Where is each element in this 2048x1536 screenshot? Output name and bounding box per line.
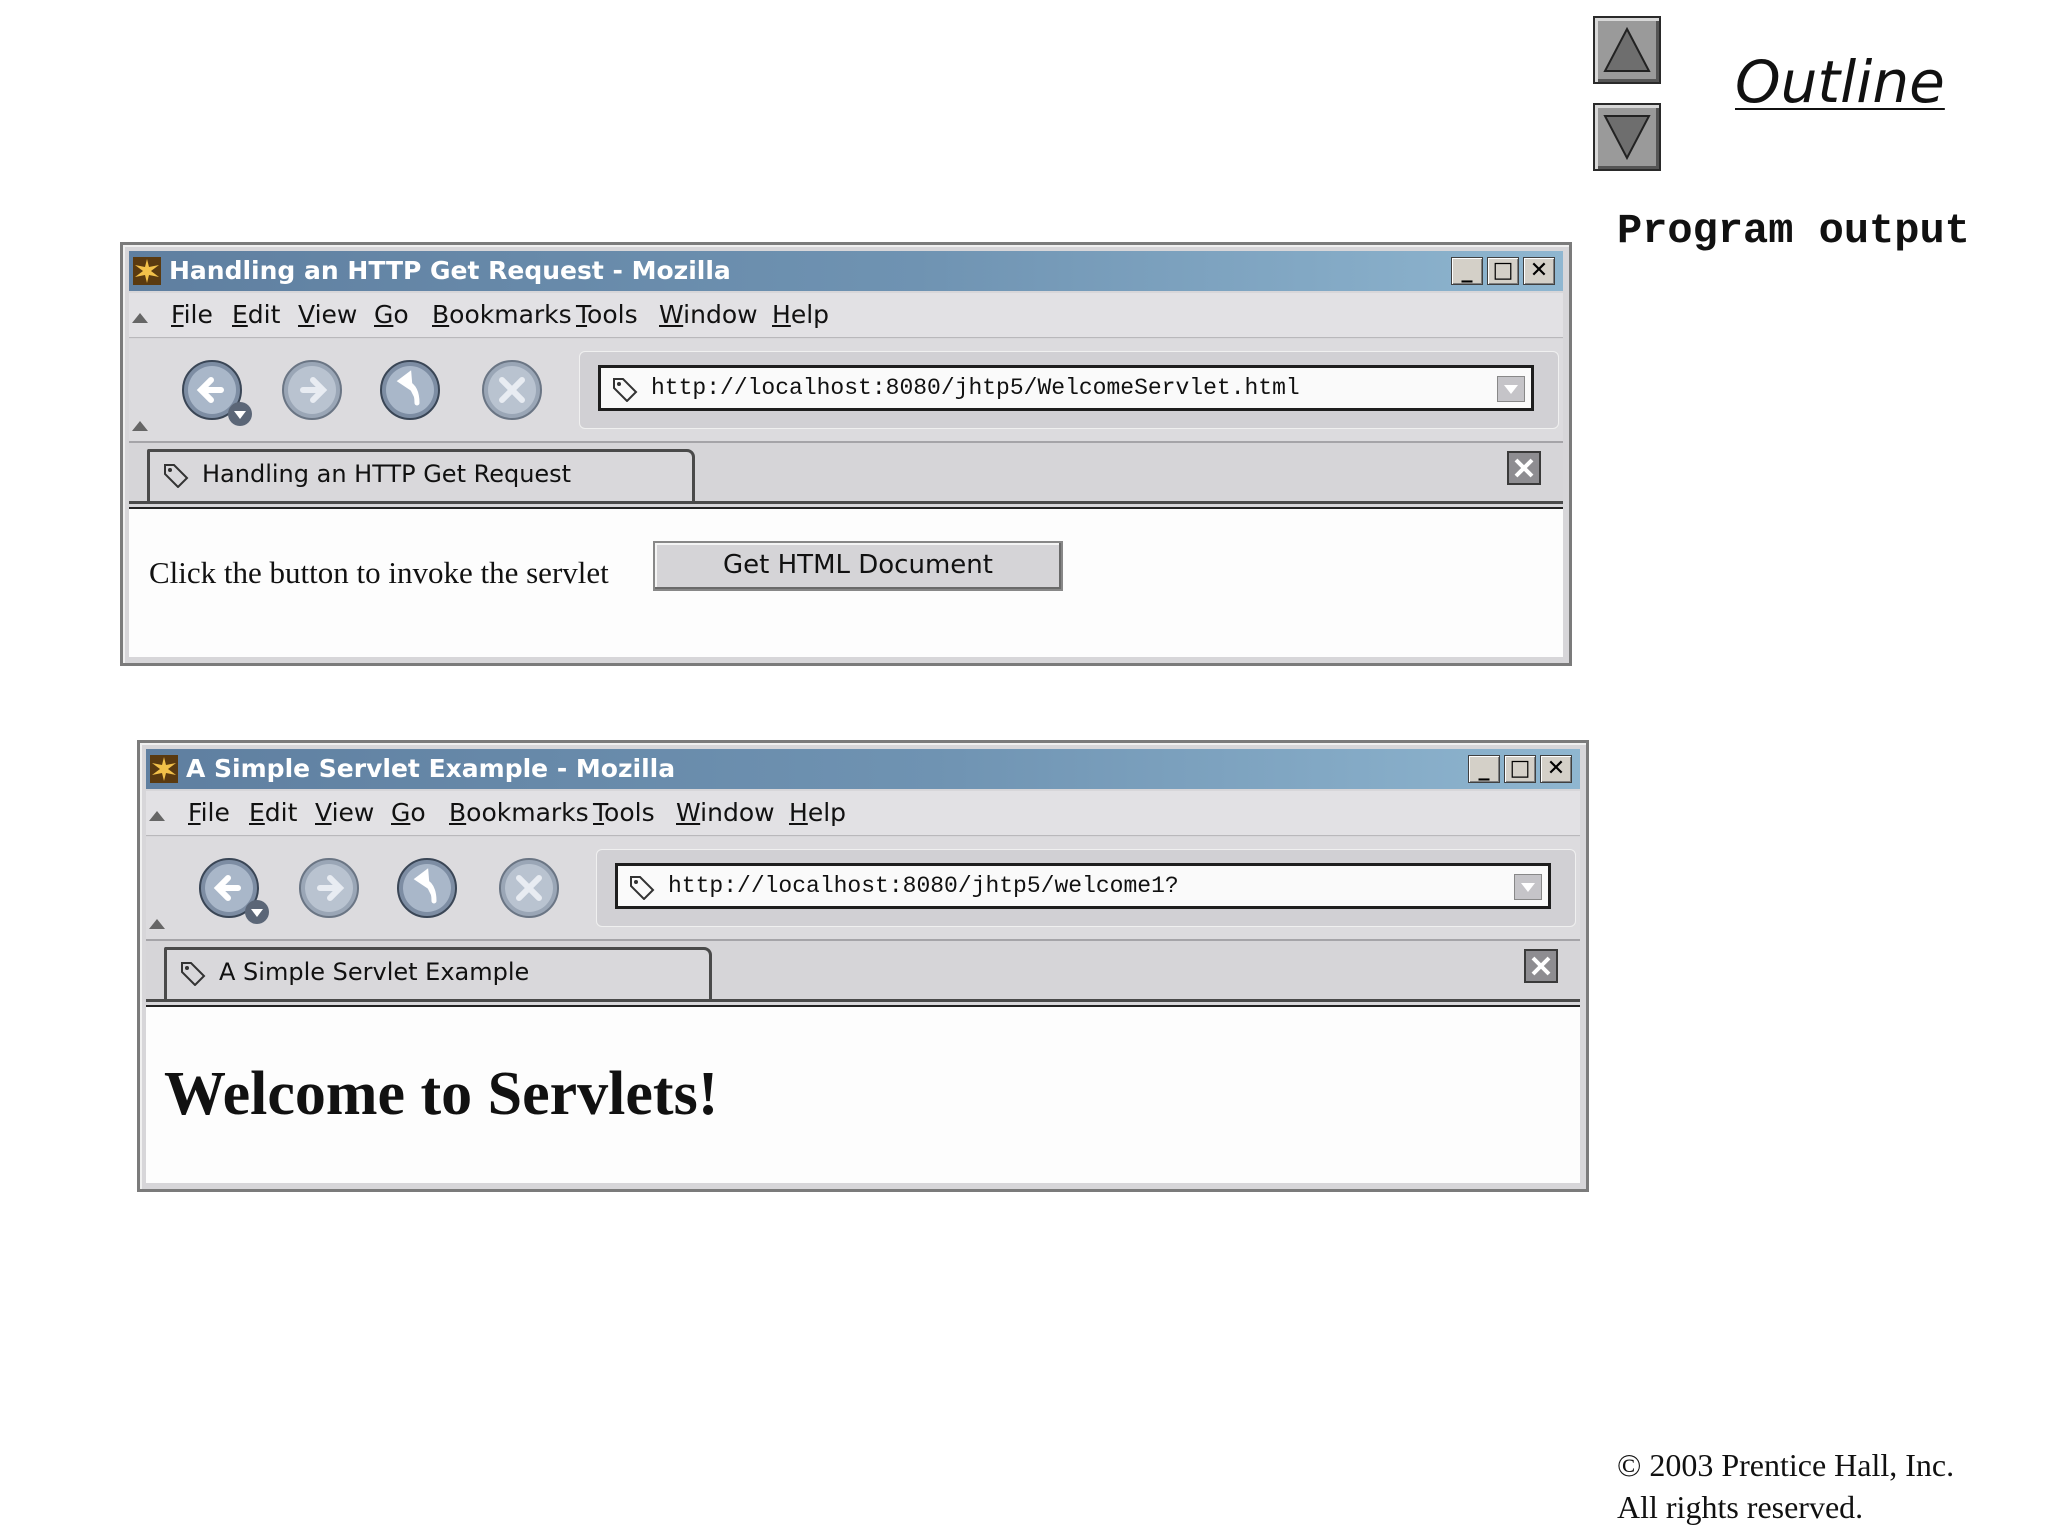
reload-icon xyxy=(380,360,440,420)
menubar: File Edit View Go Bookmarks Tools Window… xyxy=(146,791,1580,836)
close-icon xyxy=(1531,956,1551,976)
tab-active[interactable]: A Simple Servlet Example xyxy=(164,947,712,999)
close-button[interactable]: ✕ xyxy=(1540,755,1572,783)
menu-file[interactable]: File xyxy=(188,798,230,827)
collapse-grip-icon[interactable] xyxy=(148,917,166,931)
rights-line: All rights reserved. xyxy=(1617,1489,1864,1525)
menu-file[interactable]: File xyxy=(171,300,213,329)
url-dropdown-button[interactable] xyxy=(1497,376,1525,402)
menu-window[interactable]: Window xyxy=(659,300,758,329)
titlebar[interactable]: Handling an HTTP Get Request - Mozilla _… xyxy=(129,251,1563,291)
collapse-grip-icon[interactable] xyxy=(148,809,166,823)
navigation-toolbar: http://localhost:8080/jhtp5/WelcomeServl… xyxy=(129,339,1563,443)
stop-icon xyxy=(482,360,542,420)
window-title: Handling an HTTP Get Request - Mozilla xyxy=(169,256,731,285)
copyright-line: © 2003 Prentice Hall, Inc. xyxy=(1617,1447,1955,1483)
menu-edit[interactable]: Edit xyxy=(232,300,280,329)
tab-strip: Handling an HTTP Get Request xyxy=(129,443,1563,504)
page-tag-icon xyxy=(613,378,638,402)
outline-link[interactable]: Outline xyxy=(1735,48,1945,116)
copyright-notice: © 2003 Prentice Hall, Inc. All rights re… xyxy=(1617,1444,1954,1528)
mozilla-app-icon xyxy=(133,257,161,285)
menu-help[interactable]: Help xyxy=(789,798,846,827)
menu-tools[interactable]: Tools xyxy=(593,798,655,827)
menu-go[interactable]: Go xyxy=(391,798,426,827)
page-tag-icon xyxy=(181,962,206,986)
minimize-button[interactable]: _ xyxy=(1468,755,1500,783)
page-tag-icon xyxy=(164,464,189,488)
previous-slide-button[interactable] xyxy=(1593,16,1661,84)
tab-strip: A Simple Servlet Example xyxy=(146,941,1580,1002)
close-tab-button[interactable] xyxy=(1524,949,1558,983)
location-toolbar: http://localhost:8080/jhtp5/welcome1? xyxy=(596,849,1576,927)
menu-bookmarks[interactable]: Bookmarks xyxy=(449,798,589,827)
browser-window-request: Handling an HTTP Get Request - Mozilla _… xyxy=(120,242,1572,666)
back-button[interactable] xyxy=(198,857,269,924)
close-button[interactable]: ✕ xyxy=(1523,257,1555,285)
menu-edit[interactable]: Edit xyxy=(249,798,297,827)
menu-view[interactable]: View xyxy=(315,798,374,827)
menu-help[interactable]: Help xyxy=(772,300,829,329)
forward-arrow-icon xyxy=(299,858,359,918)
url-text: http://localhost:8080/jhtp5/welcome1? xyxy=(668,873,1179,899)
minimize-button[interactable]: _ xyxy=(1451,257,1483,285)
collapse-grip-icon[interactable] xyxy=(131,419,149,433)
page-content: Click the button to invoke the servlet G… xyxy=(129,507,1563,657)
tab-label: Handling an HTTP Get Request xyxy=(202,460,572,488)
back-button[interactable] xyxy=(181,359,252,426)
collapse-grip-icon[interactable] xyxy=(131,311,149,325)
url-dropdown-button[interactable] xyxy=(1514,874,1542,900)
url-input[interactable]: http://localhost:8080/jhtp5/WelcomeServl… xyxy=(598,365,1534,411)
menu-tools[interactable]: Tools xyxy=(576,300,638,329)
close-icon xyxy=(1514,458,1534,478)
chevron-down-icon[interactable] xyxy=(227,401,253,427)
chevron-down-icon xyxy=(1521,883,1535,892)
stop-button[interactable] xyxy=(481,359,543,421)
menubar: File Edit View Go Bookmarks Tools Window… xyxy=(129,293,1563,338)
reload-icon xyxy=(397,858,457,918)
url-text: http://localhost:8080/jhtp5/WelcomeServl… xyxy=(651,375,1300,401)
tab-active[interactable]: Handling an HTTP Get Request xyxy=(147,449,695,501)
get-html-document-button[interactable]: Get HTML Document xyxy=(653,541,1063,591)
page-tag-icon xyxy=(630,876,655,900)
navigation-toolbar: http://localhost:8080/jhtp5/welcome1? xyxy=(146,837,1580,941)
instruction-text: Click the button to invoke the servlet xyxy=(149,555,609,590)
menu-go[interactable]: Go xyxy=(374,300,409,329)
triangle-down-icon xyxy=(1603,115,1651,161)
titlebar[interactable]: A Simple Servlet Example - Mozilla _ □ ✕ xyxy=(146,749,1580,789)
stop-icon xyxy=(499,858,559,918)
forward-arrow-icon xyxy=(282,360,342,420)
maximize-button[interactable]: □ xyxy=(1504,755,1536,783)
forward-button[interactable] xyxy=(281,359,343,421)
url-input[interactable]: http://localhost:8080/jhtp5/welcome1? xyxy=(615,863,1551,909)
program-output-label: Program output xyxy=(1617,207,1970,255)
stop-button[interactable] xyxy=(498,857,560,919)
window-title: A Simple Servlet Example - Mozilla xyxy=(186,754,676,783)
page-heading: Welcome to Servlets! xyxy=(164,1060,719,1128)
reload-button[interactable] xyxy=(396,857,458,919)
mozilla-app-icon xyxy=(150,755,178,783)
tab-label: A Simple Servlet Example xyxy=(219,958,530,986)
page-content: Welcome to Servlets! xyxy=(146,1005,1580,1183)
chevron-down-icon[interactable] xyxy=(244,899,270,925)
triangle-up-icon xyxy=(1603,26,1651,72)
menu-window[interactable]: Window xyxy=(676,798,775,827)
reload-button[interactable] xyxy=(379,359,441,421)
close-tab-button[interactable] xyxy=(1507,451,1541,485)
forward-button[interactable] xyxy=(298,857,360,919)
browser-window-response: A Simple Servlet Example - Mozilla _ □ ✕… xyxy=(137,740,1589,1192)
maximize-button[interactable]: □ xyxy=(1487,257,1519,285)
location-toolbar: http://localhost:8080/jhtp5/WelcomeServl… xyxy=(579,351,1559,429)
next-slide-button[interactable] xyxy=(1593,103,1661,171)
chevron-down-icon xyxy=(1504,385,1518,394)
menu-view[interactable]: View xyxy=(298,300,357,329)
menu-bookmarks[interactable]: Bookmarks xyxy=(432,300,572,329)
